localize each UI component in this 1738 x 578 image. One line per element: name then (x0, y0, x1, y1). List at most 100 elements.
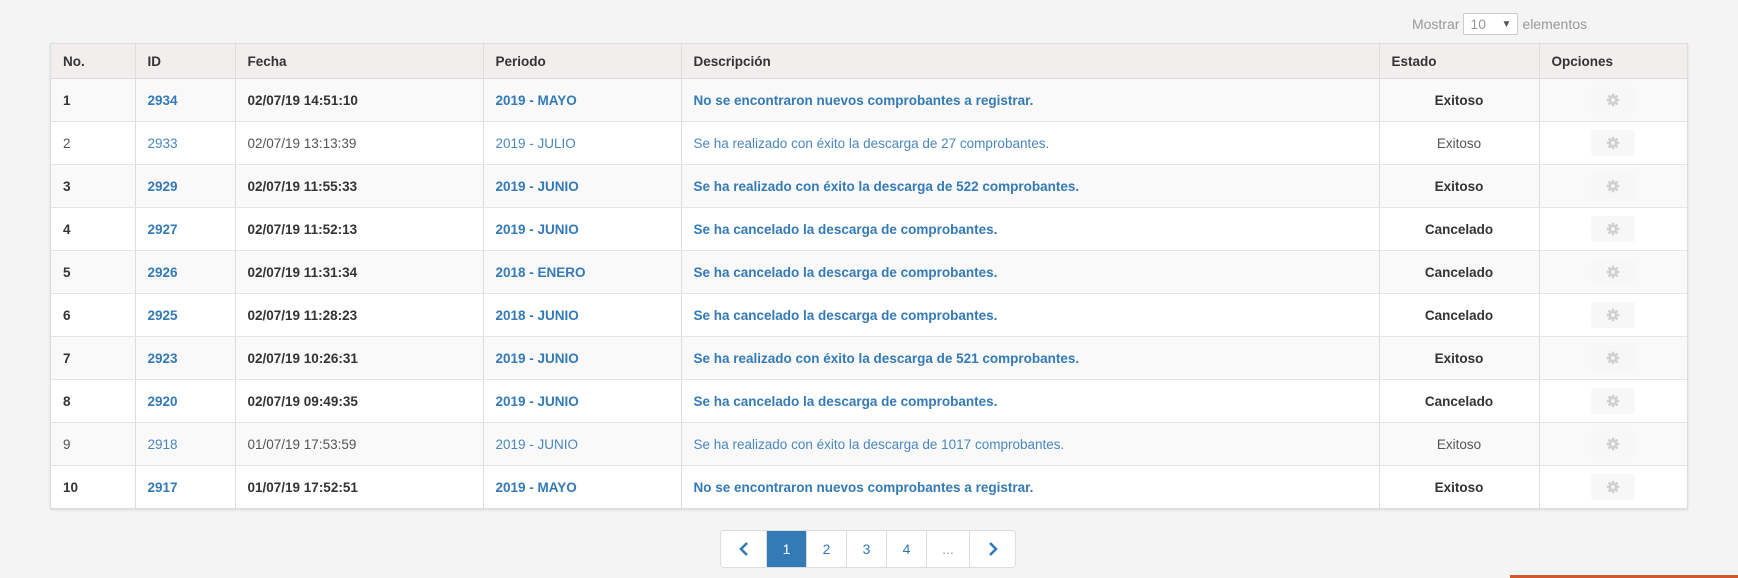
chevron-right-icon (988, 542, 998, 556)
cell-opciones (1539, 293, 1687, 337)
cell-estado: Cancelado (1379, 250, 1540, 294)
cell-descripcion[interactable]: Se ha cancelado la descarga de comproban… (681, 250, 1380, 294)
page-3-button[interactable]: 3 (847, 531, 887, 567)
cell-id[interactable]: 2918 (135, 422, 236, 466)
table-row: 3 2929 02/07/19 11:55:33 2019 - JUNIO Se ha … (51, 164, 1687, 208)
cell-periodo[interactable]: 2018 - JUNIO (483, 293, 682, 337)
gear-icon (1606, 308, 1620, 322)
page-ellipsis[interactable]: ... (927, 531, 970, 567)
row-options-button[interactable] (1591, 173, 1636, 199)
cell-periodo[interactable]: 2019 - JUNIO (483, 422, 682, 466)
cell-periodo[interactable]: 2019 - JUNIO (483, 207, 682, 251)
row-options-button[interactable] (1591, 431, 1636, 457)
cell-opciones (1539, 465, 1687, 508)
cell-fecha: 02/07/19 11:52:13 (235, 207, 484, 251)
row-options-button[interactable] (1591, 216, 1636, 242)
cell-descripcion[interactable]: Se ha cancelado la descarga de comproban… (681, 293, 1380, 337)
cell-id[interactable]: 2925 (135, 293, 236, 337)
prev-page-button[interactable] (721, 531, 767, 567)
gear-icon (1606, 394, 1620, 408)
cell-id[interactable]: 2923 (135, 336, 236, 380)
cell-id[interactable]: 2927 (135, 207, 236, 251)
column-header-estado[interactable]: Estado (1379, 44, 1540, 79)
caret-down-icon: ▼ (1501, 18, 1512, 30)
cell-periodo[interactable]: 2019 - JUNIO (483, 336, 682, 380)
cell-fecha: 02/07/19 10:26:31 (235, 336, 484, 380)
row-options-button[interactable] (1591, 302, 1636, 328)
length-select-value: 10 (1470, 16, 1486, 32)
table-row: 5 2926 02/07/19 11:31:34 2018 - ENERO Se ha … (51, 250, 1687, 294)
page-1-button[interactable]: 1 (767, 531, 807, 567)
cell-id[interactable]: 2934 (135, 78, 236, 122)
cell-no: 4 (51, 207, 136, 251)
cell-id[interactable]: 2929 (135, 164, 236, 208)
cell-fecha: 02/07/19 11:55:33 (235, 164, 484, 208)
page-4-button[interactable]: 4 (887, 531, 927, 567)
column-header-fecha[interactable]: Fecha (235, 44, 484, 79)
gear-icon (1606, 93, 1620, 107)
cell-fecha: 01/07/19 17:53:59 (235, 422, 484, 466)
cell-descripcion[interactable]: Se ha cancelado la descarga de comproban… (681, 207, 1380, 251)
table-row: 10 2917 01/07/19 17:52:51 2019 - MAYO No se … (51, 465, 1687, 508)
cell-descripcion[interactable]: No se encontraron nuevos comprobantes a … (681, 78, 1380, 122)
row-options-button[interactable] (1591, 388, 1636, 414)
cell-opciones (1539, 422, 1687, 466)
history-table: No. ID Fecha Periodo Descripción Estado … (51, 44, 1687, 508)
gear-icon (1606, 437, 1620, 451)
column-header-no[interactable]: No. (51, 44, 136, 79)
cell-no: 1 (51, 78, 136, 122)
table-row: 6 2925 02/07/19 11:28:23 2018 - JUNIO Se ha … (51, 293, 1687, 337)
cell-descripcion[interactable]: No se encontraron nuevos comprobantes a … (681, 465, 1380, 508)
cell-estado: Exitoso (1379, 336, 1540, 380)
length-suffix: elementos (1522, 16, 1587, 32)
cell-estado: Exitoso (1379, 164, 1540, 208)
pagination: 1 2 3 4 ... (720, 530, 1016, 568)
cell-no: 7 (51, 336, 136, 380)
table-row: 9 2918 01/07/19 17:53:59 2019 - JUNIO Se ha … (51, 422, 1687, 466)
length-prefix: Mostrar (1411, 16, 1460, 32)
cell-no: 5 (51, 250, 136, 294)
row-options-button[interactable] (1591, 259, 1636, 285)
cell-opciones (1539, 336, 1687, 380)
cell-periodo[interactable]: 2019 - MAYO (483, 78, 682, 122)
cell-descripcion[interactable]: Se ha realizado con éxito la descarga de… (681, 422, 1380, 466)
page-2-button[interactable]: 2 (807, 531, 847, 567)
cell-descripcion[interactable]: Se ha realizado con éxito la descarga de… (681, 336, 1380, 380)
cell-id[interactable]: 2933 (135, 121, 236, 165)
column-header-descripcion[interactable]: Descripción (681, 44, 1380, 79)
cell-fecha: 02/07/19 09:49:35 (235, 379, 484, 423)
cell-id[interactable]: 2926 (135, 250, 236, 294)
cell-estado: Cancelado (1379, 293, 1540, 337)
cell-descripcion[interactable]: Se ha realizado con éxito la descarga de… (681, 164, 1380, 208)
row-options-button[interactable] (1591, 345, 1636, 371)
cell-no: 2 (51, 121, 136, 165)
cell-id[interactable]: 2920 (135, 379, 236, 423)
column-header-opciones: Opciones (1539, 44, 1687, 79)
cell-no: 10 (51, 465, 136, 508)
chevron-left-icon (738, 542, 748, 556)
gear-icon (1606, 222, 1620, 236)
cell-no: 3 (51, 164, 136, 208)
column-header-periodo[interactable]: Periodo (483, 44, 682, 79)
row-options-button[interactable] (1591, 87, 1636, 113)
gear-icon (1606, 480, 1620, 494)
cell-opciones (1539, 379, 1687, 423)
row-options-button[interactable] (1591, 130, 1636, 156)
gear-icon (1606, 136, 1620, 150)
length-select[interactable]: 10 ▼ (1463, 13, 1519, 35)
cell-estado: Exitoso (1379, 422, 1540, 466)
table-row: 8 2920 02/07/19 09:49:35 2019 - JUNIO Se ha … (51, 379, 1687, 423)
cell-periodo[interactable]: 2018 - ENERO (483, 250, 682, 294)
row-options-button[interactable] (1591, 474, 1636, 500)
cell-descripcion[interactable]: Se ha realizado con éxito la descarga de… (681, 121, 1380, 165)
cell-estado: Cancelado (1379, 207, 1540, 251)
cell-periodo[interactable]: 2019 - JULIO (483, 121, 682, 165)
column-header-id[interactable]: ID (135, 44, 236, 79)
cell-periodo[interactable]: 2019 - JUNIO (483, 164, 682, 208)
cell-periodo[interactable]: 2019 - JUNIO (483, 379, 682, 423)
cell-id[interactable]: 2917 (135, 465, 236, 508)
cell-descripcion[interactable]: Se ha cancelado la descarga de comproban… (681, 379, 1380, 423)
gear-icon (1606, 351, 1620, 365)
next-page-button[interactable] (970, 531, 1015, 567)
cell-periodo[interactable]: 2019 - MAYO (483, 465, 682, 508)
